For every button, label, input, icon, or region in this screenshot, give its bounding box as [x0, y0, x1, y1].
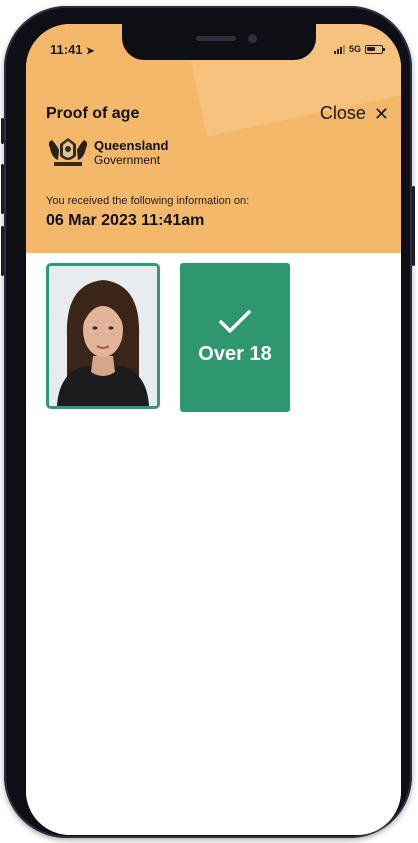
close-button[interactable]: Close ✕: [320, 103, 389, 124]
signal-icon: [333, 44, 345, 54]
phone-screen: 11:41 ➤ 5G Proof of age Close ✕ Queensla…: [26, 24, 401, 835]
over-18-badge: Over 18: [180, 263, 290, 412]
status-bar-indicators: 5G: [333, 44, 385, 54]
close-icon: ✕: [373, 103, 389, 124]
page-title: Proof of age: [46, 105, 140, 122]
volume-down-button: [1, 226, 4, 276]
battery-icon: [365, 44, 385, 54]
front-camera: [248, 34, 257, 43]
age-badge-label: Over 18: [198, 343, 272, 365]
checkmark-icon: [219, 310, 251, 333]
time-text: 11:41: [50, 42, 83, 57]
volume-up-button: [1, 164, 4, 214]
app-header: 11:41 ➤ 5G Proof of age Close ✕ Queensla…: [26, 24, 401, 254]
credential-content: Over 18: [26, 253, 401, 835]
holder-portrait-image: [49, 266, 157, 406]
received-info-text: You received the following information o…: [46, 195, 250, 207]
location-arrow-icon: ➤: [86, 46, 95, 57]
issuer-name-line2: Government: [94, 153, 161, 167]
phone-frame: 11:41 ➤ 5G Proof of age Close ✕ Queensla…: [1, 6, 415, 838]
issuer-logo: Queensland Government: [46, 136, 168, 170]
coat-of-arms-icon: [48, 138, 88, 166]
phone-notch: [122, 24, 316, 60]
network-type: 5G: [348, 44, 361, 54]
side-button: [1, 118, 4, 144]
speaker-grille: [196, 36, 236, 41]
received-date: 06 Mar 2023 11:41am: [46, 212, 205, 229]
power-button: [412, 186, 415, 266]
close-label: Close: [319, 103, 366, 123]
issuer-name-line1: Queensland: [94, 138, 169, 153]
holder-photo: [46, 263, 160, 409]
status-bar-time: 11:41 ➤: [50, 42, 95, 57]
